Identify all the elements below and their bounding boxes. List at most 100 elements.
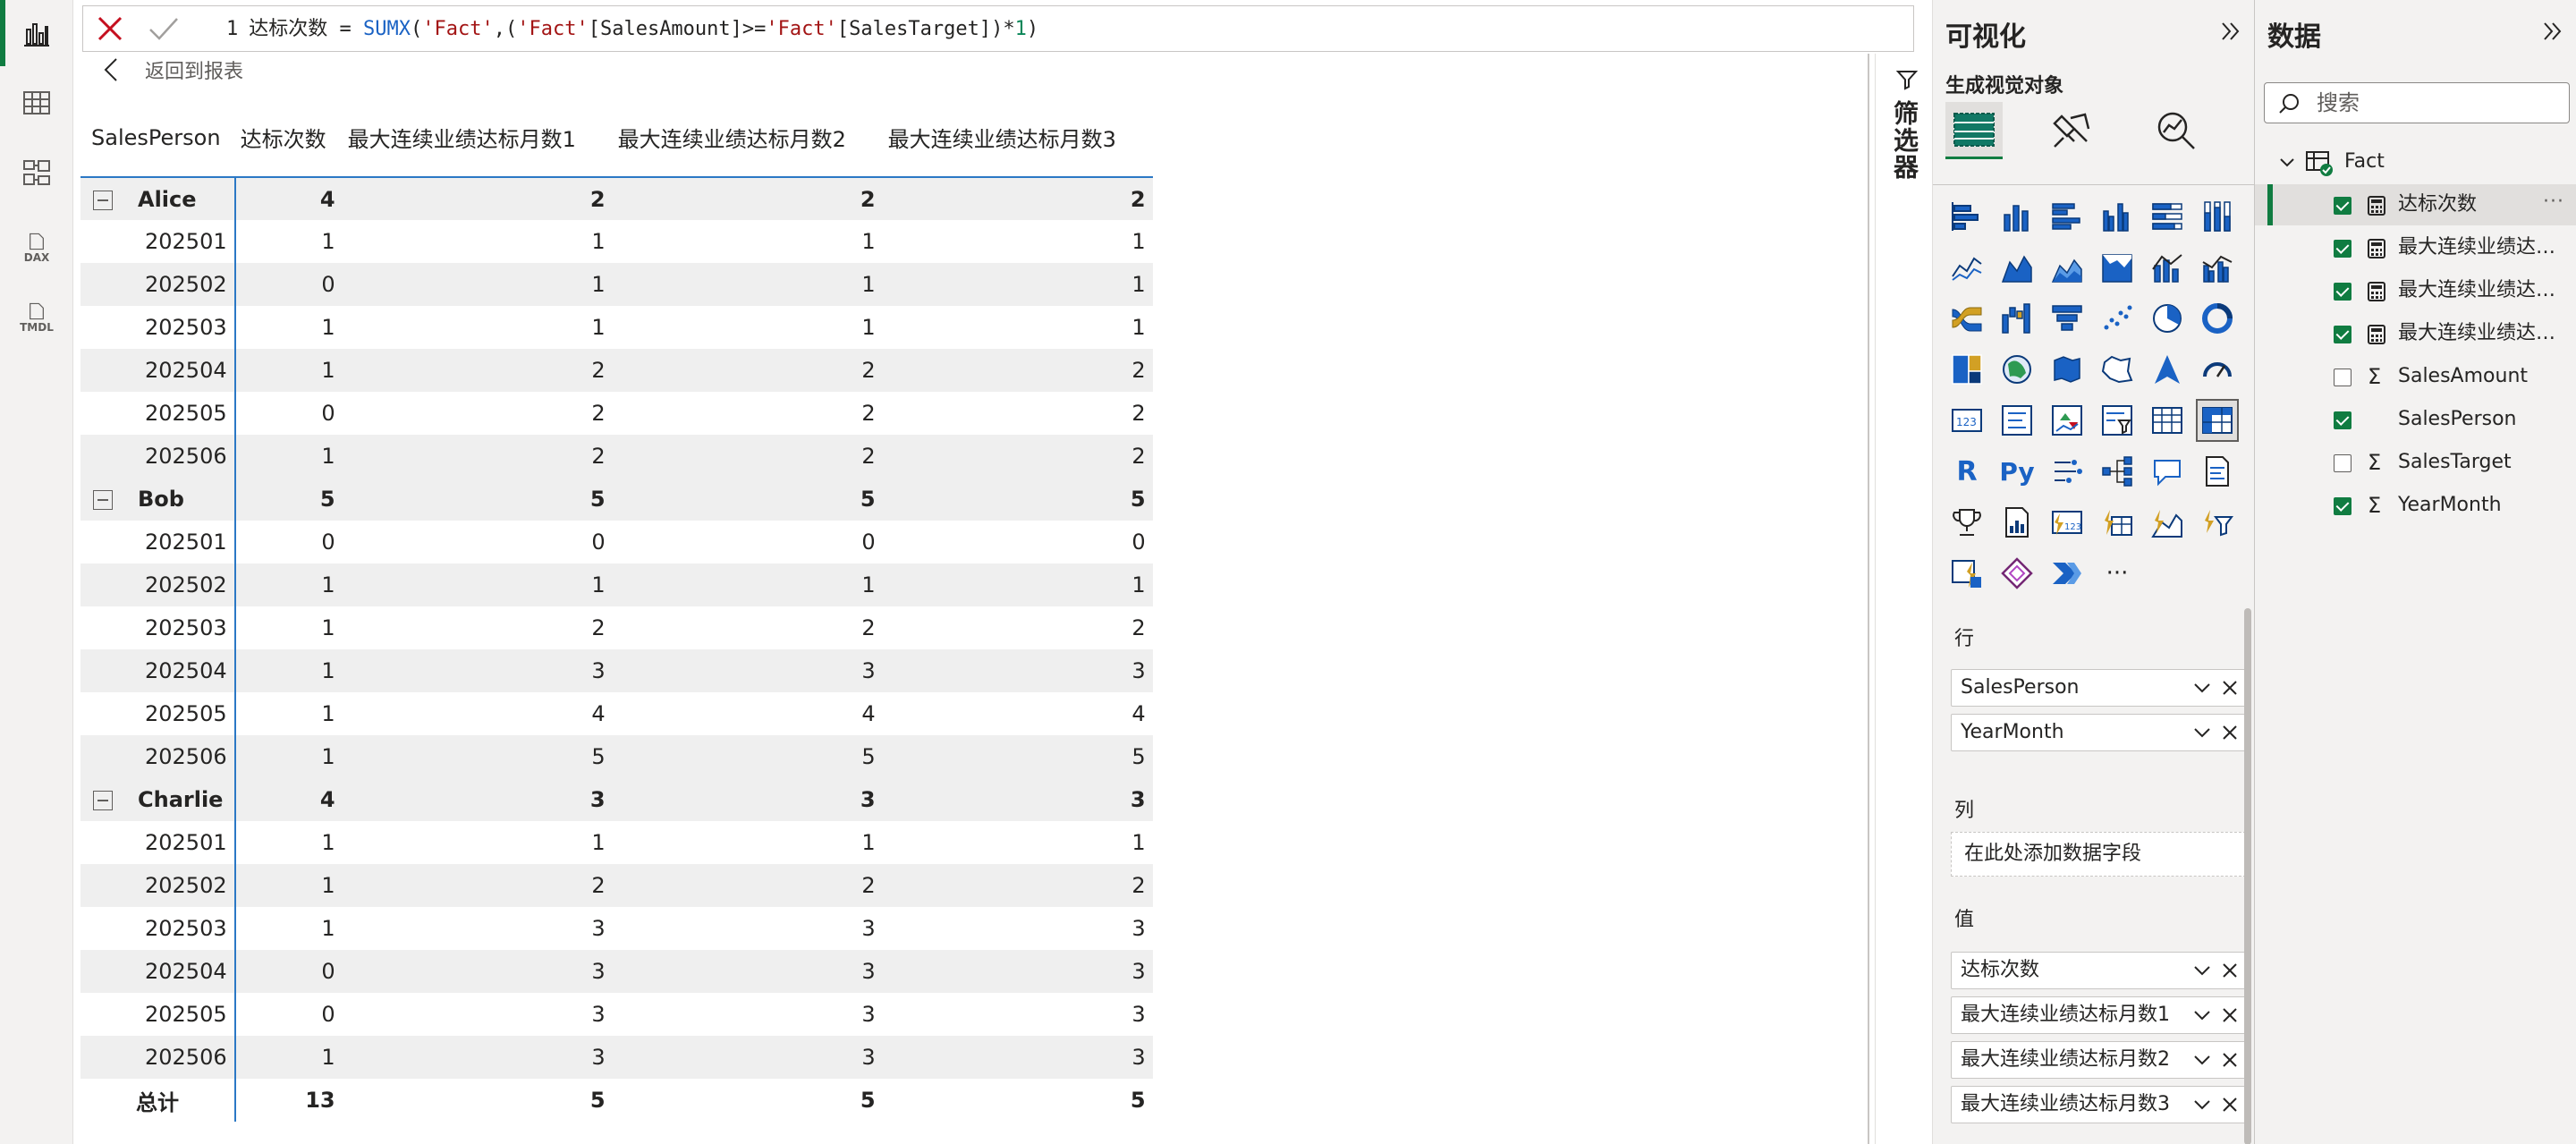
- tree-table-fact[interactable]: Fact: [2255, 141, 2576, 182]
- power-apps-card-icon[interactable]: 123: [2047, 503, 2087, 542]
- r-visual-icon[interactable]: R: [1947, 452, 1987, 491]
- formula-text[interactable]: 1 达标次数 = SUMX('Fact',('Fact'[SalesAmount]…: [226, 6, 1038, 53]
- values-pill-max-streak-3[interactable]: 最大连续业绩达标月数3: [1951, 1086, 2246, 1123]
- collapse-minus-icon[interactable]: [93, 791, 113, 810]
- narrative-icon[interactable]: [2198, 452, 2237, 491]
- matrix-visual-icon[interactable]: [2196, 399, 2239, 442]
- funnel-icon[interactable]: [2047, 299, 2087, 338]
- collapse-chevrons-icon[interactable]: [2217, 18, 2244, 45]
- stacked-area-icon[interactable]: [2047, 248, 2087, 287]
- power-automate-icon[interactable]: [2047, 554, 2087, 593]
- stacked-bar-icon[interactable]: [1947, 197, 1987, 236]
- azure-map-icon[interactable]: [2148, 350, 2187, 389]
- values-pill-max-streak-2[interactable]: 最大连续业绩达标月数2: [1951, 1041, 2246, 1079]
- field-row[interactable]: 达标次数 ···: [2255, 184, 2576, 225]
- field-checkbox[interactable]: [2334, 497, 2351, 515]
- gauge-icon[interactable]: [2198, 350, 2237, 389]
- filled-map-icon[interactable]: [2047, 350, 2087, 389]
- chevron-down-icon[interactable]: [2191, 960, 2213, 981]
- table-row[interactable]: 202504 1 3 3 3: [80, 649, 1153, 692]
- values-pill-max-streak-1[interactable]: 最大连续业绩达标月数1: [1951, 996, 2246, 1034]
- matrix-visual[interactable]: SalesPerson 达标次数 最大连续业绩达标月数1 最大连续业绩达标月数2…: [80, 98, 1869, 1122]
- clustered-column-icon[interactable]: [2097, 197, 2137, 236]
- dax-query-view-button[interactable]: DAX: [0, 215, 73, 281]
- table-row[interactable]: 202506 1 2 2 2: [80, 435, 1153, 478]
- field-checkbox[interactable]: [2334, 454, 2351, 472]
- table-row[interactable]: 202504 1 2 2 2: [80, 349, 1153, 392]
- chevron-down-icon[interactable]: [2191, 1094, 2213, 1115]
- multi-row-card-icon[interactable]: [1997, 401, 2037, 440]
- back-to-report-link[interactable]: 返回到报表: [100, 54, 243, 86]
- group-label-cell[interactable]: Bob: [80, 478, 236, 521]
- remove-x-icon[interactable]: [2220, 961, 2240, 980]
- commit-check-icon[interactable]: [148, 14, 180, 43]
- 100pct-area-icon[interactable]: [2097, 248, 2137, 287]
- decomposition-tree-icon[interactable]: [2097, 452, 2137, 491]
- field-checkbox[interactable]: [2334, 411, 2351, 429]
- collapse-minus-icon[interactable]: [93, 490, 113, 510]
- table-row[interactable]: 202501 1 1 1 1: [80, 821, 1153, 864]
- wells-scrollbar[interactable]: [2244, 608, 2251, 1144]
- table-row[interactable]: 202506 1 5 5 5: [80, 735, 1153, 778]
- collapse-minus-icon[interactable]: [93, 190, 113, 210]
- goals-icon[interactable]: [1947, 503, 1987, 542]
- cancel-x-icon[interactable]: [96, 14, 124, 43]
- table-row[interactable]: 202501 0 0 0 0: [80, 521, 1153, 564]
- header-target-count[interactable]: 达标次数: [234, 98, 343, 178]
- power-automate-flow-icon[interactable]: [1947, 554, 1987, 593]
- field-checkbox[interactable]: [2334, 197, 2351, 215]
- build-visual-tab[interactable]: [1945, 102, 2003, 159]
- line-column-icon[interactable]: [2148, 248, 2187, 287]
- field-row[interactable]: 最大连续业绩达标月数2: [2255, 270, 2576, 311]
- line-clustered-icon[interactable]: [2198, 248, 2237, 287]
- report-view-button[interactable]: [0, 0, 73, 66]
- ribbon-icon[interactable]: [1947, 299, 1987, 338]
- power-apps-icon[interactable]: [1997, 554, 2037, 593]
- header-max-streak-1[interactable]: 最大连续业绩达标月数1: [342, 98, 613, 178]
- map-icon[interactable]: [1997, 350, 2037, 389]
- remove-x-icon[interactable]: [2220, 678, 2240, 698]
- header-salesperson[interactable]: SalesPerson: [80, 98, 235, 178]
- field-row[interactable]: Σ SalesAmount: [2255, 356, 2576, 397]
- group-row[interactable]: Charlie 4 3 3 3: [80, 778, 1153, 821]
- remove-x-icon[interactable]: [2220, 1095, 2240, 1114]
- table-row[interactable]: 202503 1 3 3 3: [80, 907, 1153, 950]
- chevron-down-icon[interactable]: [2191, 1004, 2213, 1026]
- table-row[interactable]: 202506 1 3 3 3: [80, 1036, 1153, 1079]
- table-row[interactable]: 202502 1 1 1 1: [80, 564, 1153, 606]
- group-label-cell[interactable]: Charlie: [80, 778, 236, 821]
- group-row[interactable]: Bob 5 5 5 5: [80, 478, 1153, 521]
- table-row[interactable]: 202502 0 1 1 1: [80, 263, 1153, 306]
- table-row[interactable]: 202505 0 2 2 2: [80, 392, 1153, 435]
- rows-pill-yearmonth[interactable]: YearMonth: [1951, 714, 2246, 751]
- table-view-button[interactable]: [0, 70, 73, 136]
- header-max-streak-2[interactable]: 最大连续业绩达标月数2: [612, 98, 883, 178]
- pie-icon[interactable]: [2148, 299, 2187, 338]
- card-icon[interactable]: 123: [1947, 401, 1987, 440]
- field-row[interactable]: Σ SalesTarget: [2255, 442, 2576, 483]
- stacked-column-icon[interactable]: [1997, 197, 2037, 236]
- analytics-tab[interactable]: [2148, 102, 2205, 159]
- remove-x-icon[interactable]: [2220, 1050, 2240, 1070]
- field-row[interactable]: 最大连续业绩达标月数3: [2255, 313, 2576, 354]
- table-row[interactable]: 202505 1 4 4 4: [80, 692, 1153, 735]
- chevron-down-icon[interactable]: [2278, 154, 2296, 172]
- field-checkbox[interactable]: [2334, 240, 2351, 258]
- table-row[interactable]: 202501 1 1 1 1: [80, 220, 1153, 263]
- table-row[interactable]: 202503 1 2 2 2: [80, 606, 1153, 649]
- area-chart-icon[interactable]: [1997, 248, 2037, 287]
- table-row[interactable]: 202503 1 1 1 1: [80, 306, 1153, 349]
- field-row[interactable]: 最大连续业绩达标月数1: [2255, 227, 2576, 268]
- key-influencers-icon[interactable]: [2047, 452, 2087, 491]
- values-pill-target-count[interactable]: 达标次数: [1951, 952, 2246, 989]
- chevron-down-icon[interactable]: [2191, 677, 2213, 699]
- 100pct-column-icon[interactable]: [2198, 197, 2237, 236]
- columns-dropzone[interactable]: 在此处添加数据字段: [1951, 832, 2246, 877]
- scatter-icon[interactable]: [2097, 299, 2137, 338]
- treemap-icon[interactable]: [1947, 350, 1987, 389]
- table-row[interactable]: 202505 0 3 3 3: [80, 993, 1153, 1036]
- donut-icon[interactable]: [2198, 299, 2237, 338]
- shape-map-icon[interactable]: [2097, 350, 2137, 389]
- table-visual-icon[interactable]: [2148, 401, 2187, 440]
- collapse-chevrons-icon[interactable]: [2539, 18, 2566, 45]
